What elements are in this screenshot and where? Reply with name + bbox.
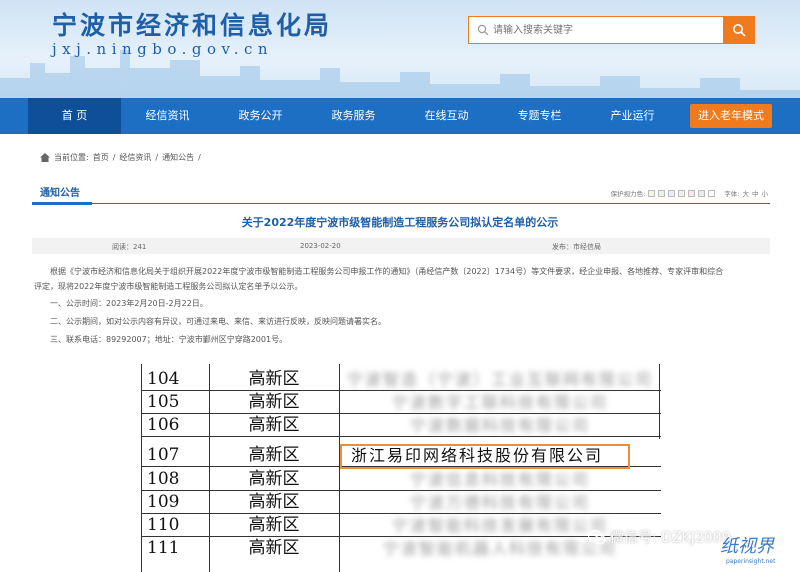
row-district: 高新区 [248, 445, 300, 465]
nav-services[interactable]: 政务服务 [307, 98, 400, 134]
article-title: 关于2022年度宁波市级智能制造工程服务公司拟认定名单的公示 [241, 216, 559, 229]
breadcrumb-notices[interactable]: 通知公告 [162, 152, 194, 163]
notice-tab-bar: 通知公告 保护视力色: 字体: 大 中 小 [32, 184, 770, 205]
font-size-label: 字体: [724, 190, 740, 198]
row-company: 宁波智造（宁波）工业互联网有限公司 [346, 370, 653, 389]
nav-industry[interactable]: 产业运行 [586, 98, 679, 134]
notice-item-3: 三、联系电话：89292007；地址：宁波市鄞州区宁穿路2001号。 [34, 332, 774, 347]
notice-item-1: 一、公示时间：2023年2月20日-2月22日。 [34, 296, 774, 311]
breadcrumb-sep: / [198, 153, 201, 162]
table-row: 110 高新区 宁波智能科技发展有限公司 [141, 514, 661, 537]
nav-public-affairs[interactable]: 政务公开 [214, 98, 307, 134]
breadcrumb-news[interactable]: 经信资讯 [119, 152, 151, 163]
nav-interaction[interactable]: 在线互动 [400, 98, 493, 134]
site-domain: jxj.ningbo.gov.cn [52, 40, 274, 58]
home-icon [40, 153, 50, 162]
eye-color-swatch[interactable] [678, 189, 686, 197]
search-icon [733, 24, 746, 37]
row-number: 104 [147, 369, 180, 389]
article-meta-bar: 阅读：241 2023-02-20 发布：市经信局 [32, 238, 770, 254]
read-count: 阅读：241 [112, 243, 147, 251]
row-number: 105 [147, 392, 180, 412]
wechat-icon [588, 529, 606, 544]
table-row: 104 高新区 宁波智造（宁波）工业互联网有限公司 [141, 368, 661, 391]
search-input[interactable] [493, 17, 723, 43]
wechat-watermark: 微信号: DZKJ2009 [588, 527, 730, 547]
notice-item-text: 一、公示时间：2023年2月20日-2月22日。 [50, 299, 208, 308]
row-company: 宁波信息科技有限公司 [409, 470, 590, 489]
eye-color-swatch[interactable] [668, 189, 676, 197]
row-number: 106 [147, 415, 180, 435]
site-title[interactable]: 宁波市经济和信息化局 [52, 6, 332, 42]
article-paragraph: 根据《宁波市经济和信息化局关于组织开展2022年度宁波市级智能制造工程服务公司申… [34, 264, 774, 294]
elder-mode-button[interactable]: 进入老年模式 [690, 104, 772, 128]
row-district: 高新区 [248, 538, 300, 558]
paperinsight-url: paperinsight.net [726, 558, 776, 565]
eye-color-swatch[interactable] [658, 189, 666, 197]
nav-special-topics[interactable]: 专题专栏 [493, 98, 586, 134]
highlight-box [340, 444, 630, 469]
paragraph-line: 根据《宁波市经济和信息化局关于组织开展2022年度宁波市级智能制造工程服务公司申… [50, 267, 724, 276]
font-large-button[interactable]: 大 [743, 188, 750, 198]
font-small-button[interactable]: 小 [762, 188, 769, 198]
publisher: 发布：市经信局 [552, 243, 601, 251]
search-box [468, 16, 755, 44]
font-medium-button[interactable]: 中 [752, 188, 759, 198]
nav-home[interactable]: 首 页 [28, 98, 121, 134]
table-row: 111 高新区 宁波智能机器人科技有限公司 [141, 537, 661, 560]
paperinsight-logo: 纸视界 [720, 536, 774, 557]
company-list-table: 104 高新区 宁波智造（宁波）工业互联网有限公司 105 高新区 宁波数字工联… [141, 364, 661, 572]
row-district: 高新区 [248, 515, 300, 535]
table-row: 108 高新区 宁波信息科技有限公司 [141, 468, 661, 491]
row-company: 宁波数字工联科技有限公司 [391, 393, 608, 412]
table-row: 105 高新区 宁波数字工联科技有限公司 [141, 391, 661, 414]
eye-color-swatch[interactable] [698, 189, 706, 197]
breadcrumb-sep: / [155, 153, 159, 162]
tab-notices[interactable]: 通知公告 [32, 184, 88, 204]
eye-color-swatch[interactable] [708, 189, 716, 197]
notice-item-2: 二、公示期间，如对公示内容有异议，可通过来电、来信、来访进行反映，反映问题请署实… [34, 314, 774, 329]
row-company: 宁波数据科技有限公司 [409, 416, 590, 435]
publish-date: 2023-02-20 [300, 242, 341, 250]
notice-item-text: 二、公示期间，如对公示内容有异议，可通过来电、来信、来访进行反映，反映问题请署实… [50, 317, 386, 326]
row-district: 高新区 [248, 415, 300, 435]
tab-underline [32, 202, 92, 205]
row-number: 109 [147, 492, 180, 512]
row-number: 111 [147, 538, 180, 558]
row-district: 高新区 [248, 469, 300, 489]
row-number: 108 [147, 469, 180, 489]
breadcrumb: 当前位置: 首页 / 经信资讯 / 通知公告 / [40, 152, 201, 163]
search-button[interactable] [723, 16, 755, 44]
reading-tools: 保护视力色: 字体: 大 中 小 [611, 188, 768, 198]
breadcrumb-label: 当前位置: [54, 153, 89, 162]
eye-color-swatch[interactable] [648, 189, 656, 197]
main-nav: 首 页 经信资讯 政务公开 政务服务 在线互动 专题专栏 产业运行 [0, 98, 800, 134]
row-district: 高新区 [248, 392, 300, 412]
eye-color-swatch[interactable] [688, 189, 696, 197]
eye-care-label: 保护视力色: [610, 190, 646, 198]
breadcrumb-sep: / [112, 153, 116, 162]
breadcrumb-home[interactable]: 首页 [93, 152, 109, 163]
table-row: 109 高新区 宁波万德科技有限公司 [141, 491, 661, 514]
row-district: 高新区 [248, 369, 300, 389]
wechat-id: 微信号: DZKJ2009 [610, 530, 731, 546]
nav-news[interactable]: 经信资讯 [121, 98, 214, 134]
table-row: 106 高新区 宁波数据科技有限公司 [141, 414, 661, 437]
row-district: 高新区 [248, 492, 300, 512]
site-header: 宁波市经济和信息化局 jxj.ningbo.gov.cn [0, 0, 800, 98]
paragraph-line: 评定，现将2022年度宁波市级智能制造工程服务公司拟认定名单予以公示。 [34, 282, 303, 291]
row-company: 宁波万德科技有限公司 [409, 493, 590, 512]
notice-item-text: 三、联系电话：89292007；地址：宁波市鄞州区宁穿路2001号。 [50, 335, 288, 344]
row-number: 110 [147, 515, 180, 535]
row-number: 107 [147, 445, 180, 465]
search-icon [477, 24, 489, 36]
